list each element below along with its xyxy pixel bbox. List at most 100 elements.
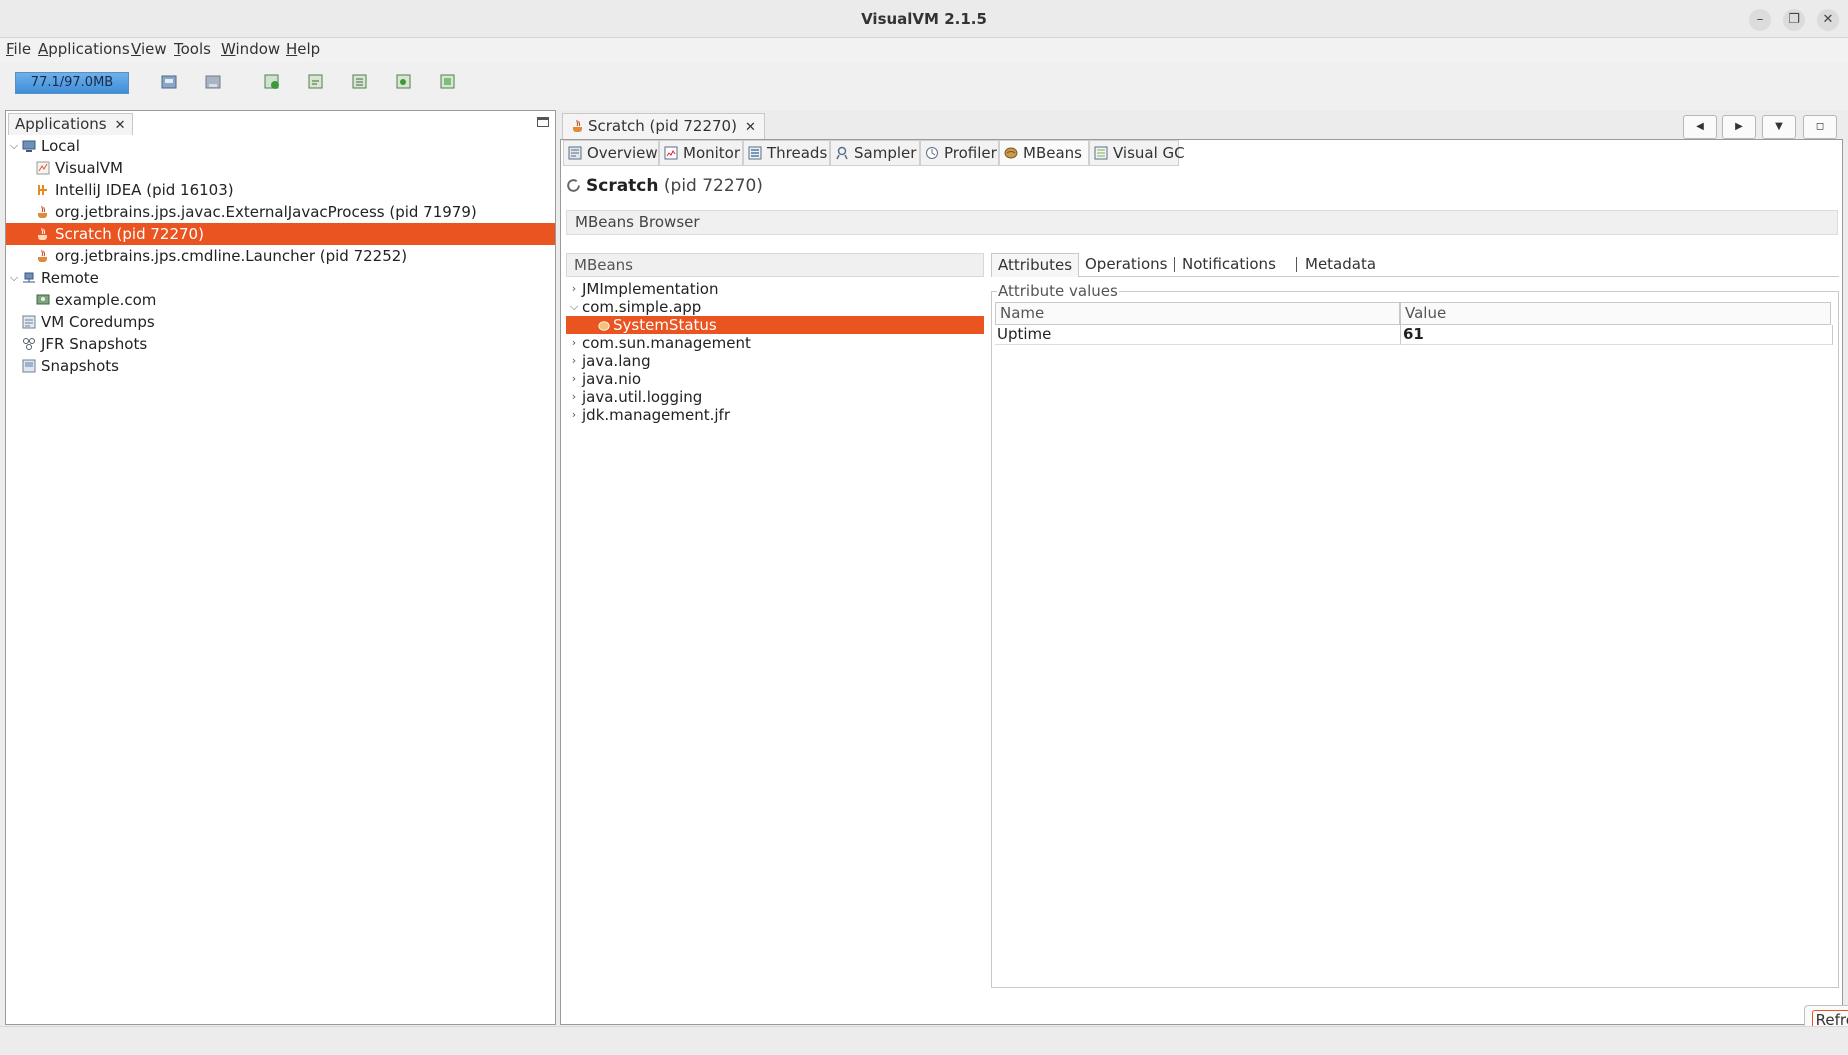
add-jfr-snapshot-icon[interactable]: [395, 73, 413, 91]
tree-item-remote-host[interactable]: example.com: [6, 289, 555, 311]
tree-node-snapshots[interactable]: Snapshots: [6, 355, 555, 377]
memory-indicator[interactable]: 77.1/97.0MB: [15, 72, 129, 94]
tree-label: org.jetbrains.jps.javac.ExternalJavacPro…: [55, 203, 477, 221]
tab-label: MBeans: [1023, 144, 1082, 162]
app-header: Scratch (pid 72270): [566, 174, 763, 198]
applications-tab-label: Applications: [15, 115, 107, 133]
tab-overview[interactable]: Overview: [563, 140, 659, 166]
mbean-node-java-nio[interactable]: › java.nio: [566, 370, 984, 388]
tab-attributes[interactable]: Attributes: [991, 253, 1080, 277]
tree-label: Snapshots: [41, 357, 119, 375]
mbean-label: JMImplementation: [582, 280, 719, 298]
document-tab-scratch[interactable]: Scratch (pid 72270) ✕: [562, 113, 765, 139]
tree-label-remote: Remote: [41, 269, 99, 287]
menu-view[interactable]: View: [131, 40, 167, 58]
tree-label: org.jetbrains.jps.cmdline.Launcher (pid …: [55, 247, 408, 265]
add-coredump-icon[interactable]: [351, 73, 369, 91]
visualvm-icon: [36, 161, 50, 175]
tab-label: Sampler: [854, 144, 917, 162]
tab-metadata[interactable]: Metadata: [1305, 253, 1376, 277]
app-pid: (pid 72270): [663, 176, 763, 196]
save-icon[interactable]: [204, 73, 222, 91]
tab-label: Visual GC: [1113, 144, 1185, 162]
mbean-node-jmimplementation[interactable]: › JMImplementation: [566, 280, 984, 298]
add-remote-host-icon[interactable]: [307, 73, 325, 91]
java-cup-icon: [38, 249, 47, 262]
open-snapshot-icon[interactable]: [160, 73, 178, 91]
java-cup-icon: [38, 227, 47, 240]
maximize-window-button[interactable]: ◻: [1803, 115, 1837, 139]
column-header-value[interactable]: Value: [1400, 302, 1831, 325]
tree-item-scratch[interactable]: Scratch (pid 72270): [6, 223, 555, 245]
show-opened-documents-button[interactable]: ▼: [1762, 115, 1796, 139]
chevron-down-icon[interactable]: ⌵: [8, 135, 20, 157]
tree-label-local: Local: [41, 137, 80, 155]
snapshots-icon: [22, 359, 36, 373]
tab-monitor[interactable]: Monitor: [659, 140, 743, 166]
close-button[interactable]: ✕: [1817, 9, 1839, 31]
mbeans-icon: [1004, 147, 1018, 159]
tree-node-vm-coredumps[interactable]: VM Coredumps: [6, 311, 555, 333]
tab-profiler[interactable]: Profiler: [920, 140, 999, 166]
tab-mbeans[interactable]: MBeans: [999, 140, 1089, 166]
attribute-values-box: Attribute values Name Value Uptime 61: [991, 283, 1839, 988]
chevron-right-icon[interactable]: ›: [568, 352, 580, 370]
tree-item-visualvm[interactable]: VisualVM: [6, 157, 555, 179]
tab-separator: [1296, 257, 1297, 272]
mbean-label: java.lang: [582, 352, 651, 370]
tree-node-local[interactable]: ⌵ Local: [6, 135, 555, 157]
chevron-down-icon[interactable]: ⌵: [568, 298, 580, 316]
tree-label: IntelliJ IDEA (pid 16103): [55, 181, 234, 199]
mbean-node-com-simple-app[interactable]: ⌵ com.simple.app: [566, 298, 984, 316]
coredump-icon: [22, 315, 36, 329]
tree-node-jfr-snapshots[interactable]: JFR Snapshots: [6, 333, 555, 355]
chevron-right-icon[interactable]: ›: [568, 334, 580, 352]
menu-file[interactable]: File: [6, 40, 31, 58]
tab-visual-gc[interactable]: Visual GC: [1089, 140, 1185, 166]
app-name: Scratch: [586, 176, 659, 196]
tab-operations[interactable]: Operations: [1085, 253, 1167, 277]
tree-label: Scratch (pid 72270): [55, 225, 204, 243]
scroll-right-button[interactable]: ▶: [1722, 115, 1756, 139]
computer-icon: [22, 140, 36, 152]
tab-threads[interactable]: Threads: [743, 140, 830, 166]
attribute-name-cell[interactable]: Uptime: [995, 325, 1400, 345]
scroll-left-button[interactable]: ◀: [1683, 115, 1717, 139]
chevron-right-icon[interactable]: ›: [568, 388, 580, 406]
chevron-down-icon[interactable]: ⌵: [8, 267, 20, 289]
chevron-right-icon[interactable]: ›: [568, 370, 580, 388]
mbean-label: com.simple.app: [582, 298, 702, 316]
maximize-button[interactable]: ❐: [1783, 9, 1805, 31]
applications-tab[interactable]: Applications ✕: [8, 113, 133, 135]
chevron-right-icon[interactable]: ›: [568, 280, 580, 298]
tree-node-remote[interactable]: ⌵ Remote: [6, 267, 555, 289]
menu-tools[interactable]: Tools: [174, 40, 211, 58]
column-header-name[interactable]: Name: [995, 302, 1400, 325]
mbean-node-jdk-management-jfr[interactable]: › jdk.management.jfr: [566, 406, 984, 424]
tab-notifications[interactable]: Notifications: [1182, 253, 1276, 277]
close-tab-icon[interactable]: ✕: [115, 118, 126, 133]
tree-label: example.com: [55, 291, 157, 309]
tree-item-launcher[interactable]: org.jetbrains.jps.cmdline.Launcher (pid …: [6, 245, 555, 267]
mbean-node-com-sun-management[interactable]: › com.sun.management: [566, 334, 984, 352]
tree-item-intellij[interactable]: IntelliJ IDEA (pid 16103): [6, 179, 555, 201]
attribute-value-cell[interactable]: 61: [1400, 325, 1833, 345]
tree-label: VisualVM: [55, 159, 123, 177]
close-tab-icon[interactable]: ✕: [745, 120, 756, 135]
minimize-panel-icon[interactable]: [537, 117, 549, 127]
chevron-right-icon[interactable]: ›: [568, 406, 580, 424]
mbean-node-java-lang[interactable]: › java.lang: [566, 352, 984, 370]
tree-label: JFR Snapshots: [41, 335, 148, 353]
tree-item-javac-process[interactable]: org.jetbrains.jps.javac.ExternalJavacPro…: [6, 201, 555, 223]
mbean-node-java-util-logging[interactable]: › java.util.logging: [566, 388, 984, 406]
add-jmx-connection-icon[interactable]: [263, 73, 281, 91]
add-app-snapshot-icon[interactable]: [439, 73, 457, 91]
monitor-icon: [664, 146, 678, 160]
menu-window[interactable]: Window: [221, 40, 280, 58]
menu-applications[interactable]: Applications: [38, 40, 130, 58]
tab-sampler[interactable]: Sampler: [830, 140, 920, 166]
toolbar: 77.1/97.0MB: [0, 62, 1848, 110]
menu-help[interactable]: Help: [286, 40, 320, 58]
minimize-button[interactable]: –: [1749, 9, 1771, 31]
mbean-leaf-systemstatus[interactable]: SystemStatus: [566, 316, 984, 334]
